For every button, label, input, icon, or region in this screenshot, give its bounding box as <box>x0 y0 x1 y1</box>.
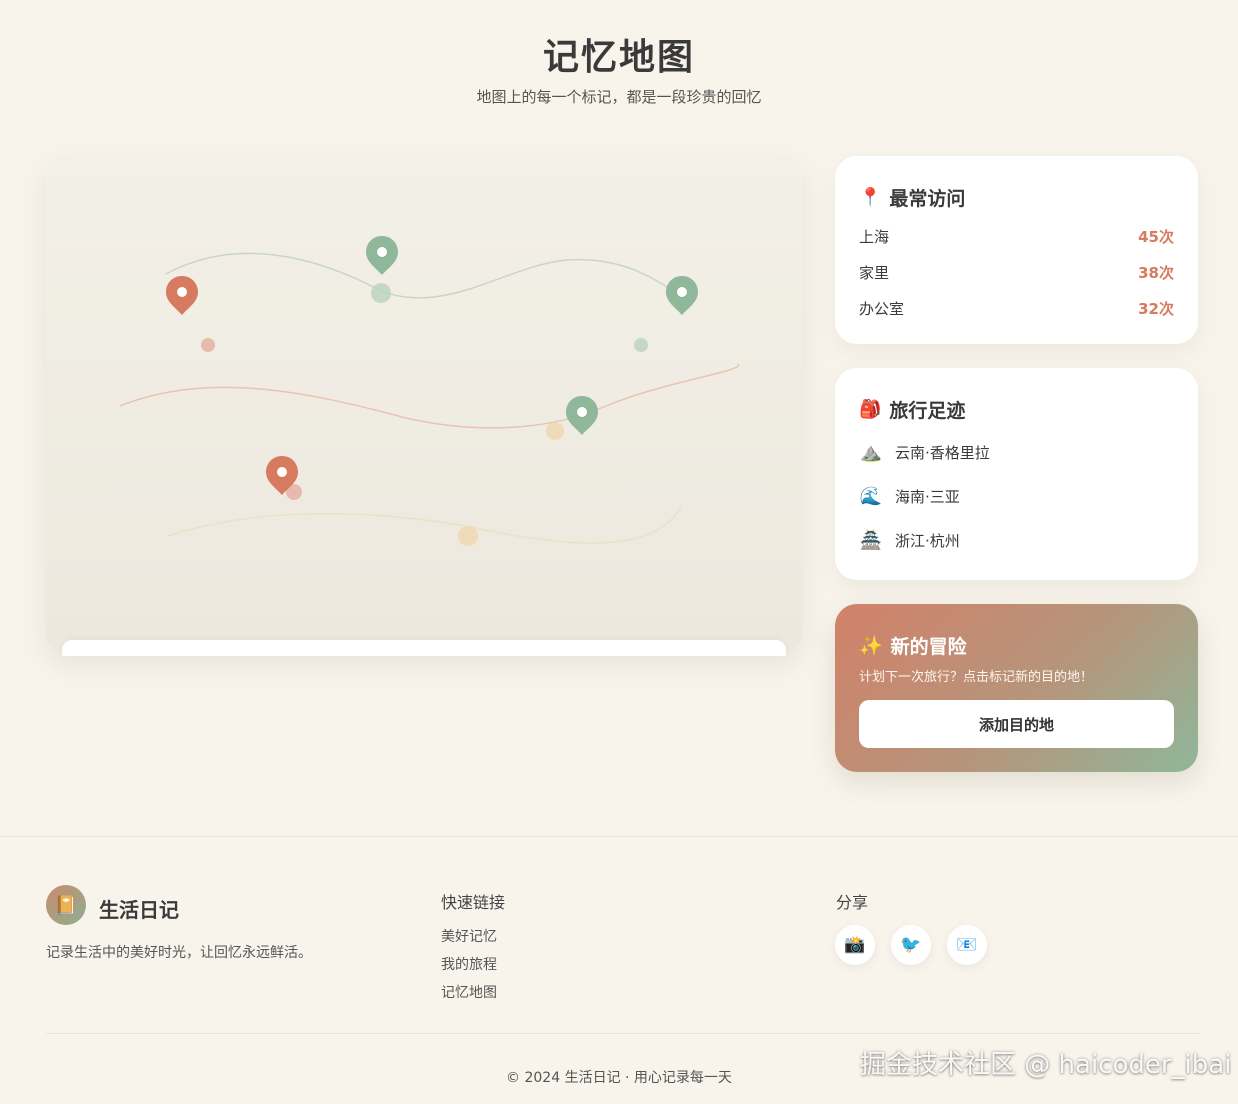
share-heading: 分享 <box>836 893 869 912</box>
map-dot <box>371 283 391 303</box>
visit-place: 上海 <box>859 227 890 246</box>
wave-icon: 🌊 <box>859 485 883 507</box>
backpack-icon: 🎒 <box>859 399 882 420</box>
map-bottom-bar <box>62 640 786 656</box>
visit-count: 38次 <box>1138 263 1174 282</box>
trip-item[interactable]: 🌊 海南·三亚 <box>859 483 960 509</box>
notebook-icon: 📔 <box>54 894 78 916</box>
map-dot <box>201 338 215 352</box>
footer-link-memory-map[interactable]: 记忆地图 <box>441 982 497 1002</box>
adventure-title: 新的冒险 <box>890 636 967 658</box>
share-camera-button[interactable]: 📸 <box>835 925 875 965</box>
watermark: 掘金技术社区 @ haicoder_ibai <box>860 1050 1232 1080</box>
visit-row: 办公室 32次 <box>859 296 1174 320</box>
visit-place: 办公室 <box>859 299 905 318</box>
visit-row: 上海 45次 <box>859 224 1174 248</box>
share-email-button[interactable]: 📧 <box>947 925 987 965</box>
most-visited-title: 最常访问 <box>889 188 966 210</box>
travel-title: 旅行足迹 <box>889 400 966 422</box>
trip-item[interactable]: ⛰️ 云南·香格里拉 <box>859 439 990 465</box>
visit-count: 32次 <box>1138 299 1174 318</box>
brand-description: 记录生活中的美好时光，让回忆永远鲜活。 <box>46 945 312 961</box>
brand-name: 生活日记 <box>99 898 179 922</box>
trip-place: 浙江·杭州 <box>895 531 960 550</box>
pin-icon: 📍 <box>859 187 882 208</box>
map-marker[interactable] <box>566 396 598 435</box>
memory-map[interactable] <box>46 156 802 654</box>
route-path-yellow <box>167 505 682 544</box>
sparkles-icon: ✨ <box>859 635 883 657</box>
map-dot <box>458 526 478 546</box>
adventure-description: 计划下一次旅行？点击标记新的目的地！ <box>859 670 1094 685</box>
route-path-sage <box>165 252 683 299</box>
castle-icon: 🏯 <box>859 529 883 551</box>
share-bird-button[interactable]: 🐦 <box>891 925 931 965</box>
map-dot <box>546 422 564 440</box>
mountain-icon: ⛰️ <box>859 441 883 463</box>
bird-icon: 🐦 <box>900 935 922 955</box>
map-dot <box>634 338 648 352</box>
map-marker[interactable] <box>366 236 398 275</box>
footer-link-journeys[interactable]: 我的旅程 <box>441 954 497 974</box>
trip-item[interactable]: 🏯 浙江·杭州 <box>859 527 960 553</box>
brand-logo: 📔 <box>46 885 86 925</box>
add-destination-button[interactable]: 添加目的地 <box>859 700 1174 748</box>
footer-divider-bottom <box>46 1033 1200 1034</box>
map-marker[interactable] <box>666 276 698 315</box>
visit-row: 家里 38次 <box>859 260 1174 284</box>
page-title: 记忆地图 <box>542 36 695 78</box>
travel-card: 🎒 旅行足迹 ⛰️ 云南·香格里拉 🌊 海南·三亚 🏯 浙江·杭州 <box>835 368 1198 580</box>
quick-links-heading: 快速链接 <box>441 893 506 912</box>
visit-place: 家里 <box>859 263 890 282</box>
email-icon: 📧 <box>956 935 978 955</box>
camera-icon: 📸 <box>844 935 866 955</box>
route-path-coral <box>119 363 740 429</box>
footer-link-memories[interactable]: 美好记忆 <box>441 926 497 946</box>
most-visited-card: 📍 最常访问 上海 45次 家里 38次 办公室 32次 <box>835 156 1198 344</box>
trip-place: 云南·香格里拉 <box>895 443 990 462</box>
trip-place: 海南·三亚 <box>895 487 960 506</box>
visit-count: 45次 <box>1138 227 1174 246</box>
adventure-card: ✨ 新的冒险 计划下一次旅行？点击标记新的目的地！ 添加目的地 <box>835 604 1198 772</box>
map-canvas <box>119 236 740 546</box>
map-marker[interactable] <box>166 276 198 315</box>
page-subtitle: 地图上的每一个标记，都是一段珍贵的回忆 <box>476 88 762 106</box>
footer-divider <box>0 836 1238 837</box>
